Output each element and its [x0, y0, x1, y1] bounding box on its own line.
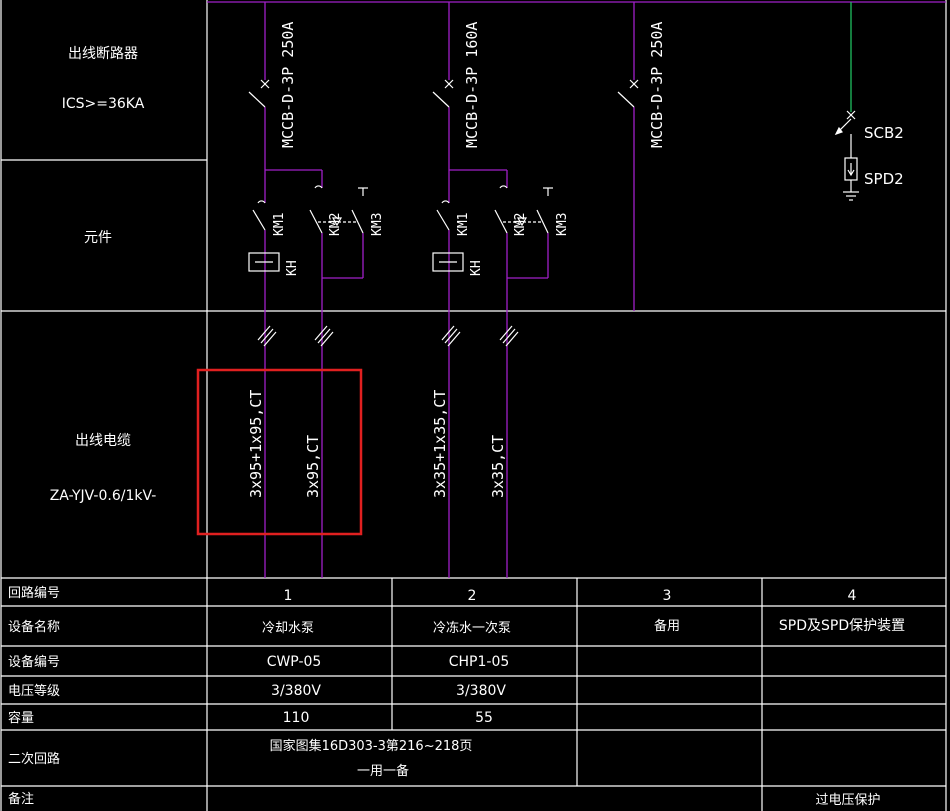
row-header-secondary: 二次回路 — [8, 751, 60, 767]
secondary-line-2: 一用一备 — [357, 763, 409, 779]
row-header-device-name: 设备名称 — [8, 619, 60, 635]
cable-label-1a: 3x95+1x95,CT — [247, 390, 265, 498]
kh-label-1: KH — [285, 260, 300, 276]
device-name-1: 冷却水泵 — [262, 621, 314, 636]
breaker-symbol-2 — [432, 79, 454, 108]
cable-label-2a: 3x35+1x35,CT — [431, 390, 449, 498]
cable-title-label: 出线电缆 — [75, 433, 131, 449]
voltage-1: 3/380V — [271, 683, 321, 699]
cable-spec-label: ZA-YJV-0.6/1kV- — [50, 488, 157, 504]
row-header-device-code: 设备编号 — [8, 654, 60, 670]
row-header-voltage: 电压等级 — [8, 683, 60, 699]
secondary-line-1: 国家图集16D303-3第216~218页 — [270, 738, 473, 754]
secondary-circuit-cell: 国家图集16D303-3第216~218页 一用一备 — [270, 738, 473, 779]
remarks-row: 过电压保护 — [815, 793, 880, 808]
device-code-row: CWP-05 CHP1-05 — [267, 654, 510, 670]
highlight-box — [196, 368, 363, 536]
capacity-2: 55 — [475, 710, 493, 726]
breaker-label-2: MCCB-D-3P 160A — [463, 22, 481, 148]
left-labels: 出线断路器 ICS>=36KA 元件 出线电缆 ZA-YJV-0.6/1kV- — [50, 46, 157, 504]
scb-label: SCB2 — [864, 124, 904, 142]
breaker-symbol-3 — [617, 79, 639, 108]
voltage-2: 3/380V — [456, 683, 506, 699]
component-title-label: 元件 — [84, 230, 112, 246]
cable-label-1b: 3x95,CT — [304, 435, 322, 498]
remark-4: 过电压保护 — [815, 793, 880, 808]
capacity-row: 110 55 — [283, 710, 493, 726]
breaker-labels: MCCB-D-3P 250A MCCB-D-3P 160A MCCB-D-3P … — [279, 22, 666, 148]
cable-label-2b: 3x35,CT — [489, 435, 507, 498]
capacity-1: 110 — [283, 710, 310, 726]
row-header-circuit-no: 回路编号 — [8, 585, 60, 601]
breaker-rating-label: ICS>=36KA — [62, 96, 145, 112]
km1-label-2: KM1 — [456, 213, 471, 236]
device-name-4: SPD及SPD保护装置 — [779, 618, 905, 634]
device-name-2: 冷冻水一次泵 — [433, 620, 511, 636]
single-line-diagram: 出线断路器 ICS>=36KA 元件 出线电缆 ZA-YJV-0.6/1kV- … — [0, 0, 947, 811]
km3-label-2: KM3 — [555, 213, 570, 236]
circuit-number-row: 1 2 3 4 — [284, 588, 857, 604]
row-header-remarks: 备注 — [8, 791, 34, 807]
cable-labels: 3x95+1x95,CT 3x95,CT 3x35+1x35,CT 3x35,C… — [247, 390, 507, 498]
km1-label-1: KM1 — [272, 213, 287, 236]
circuit-number-3: 3 — [663, 588, 672, 604]
voltage-row: 3/380V 3/380V — [271, 683, 506, 699]
kh-label-2: KH — [469, 260, 484, 276]
cable-tick-marks — [257, 325, 519, 347]
circuit-number-1: 1 — [284, 588, 293, 604]
spd-label: SPD2 — [864, 170, 904, 188]
schedule-table: 回路编号 设备名称 设备编号 电压等级 容量 二次回路 备注 1 2 3 4 冷… — [8, 585, 905, 808]
device-code-1: CWP-05 — [267, 654, 322, 670]
breaker-symbol-1 — [248, 79, 270, 108]
km2-label-2: KM2 — [513, 213, 528, 236]
contactor-group-2 — [432, 185, 553, 272]
breaker-label-3: MCCB-D-3P 250A — [648, 22, 666, 148]
circuit-number-4: 4 — [848, 588, 857, 604]
km2-label-1: KM2 — [328, 213, 343, 236]
km3-label-1: KM3 — [370, 213, 385, 236]
row-headers: 回路编号 设备名称 设备编号 电压等级 容量 二次回路 备注 — [8, 585, 60, 807]
spd-symbols — [834, 110, 859, 201]
breaker-label-1: MCCB-D-3P 250A — [279, 22, 297, 148]
device-code-2: CHP1-05 — [449, 654, 510, 670]
spd-labels: SCB2 SPD2 — [864, 124, 904, 188]
device-name-3: 备用 — [654, 618, 680, 634]
contactor-group-1 — [248, 185, 368, 272]
row-header-capacity: 容量 — [8, 710, 34, 726]
circuit-number-2: 2 — [468, 588, 477, 604]
device-name-row: 冷却水泵 冷冻水一次泵 备用 SPD及SPD保护装置 — [262, 618, 905, 636]
breaker-title-label: 出线断路器 — [68, 46, 138, 62]
